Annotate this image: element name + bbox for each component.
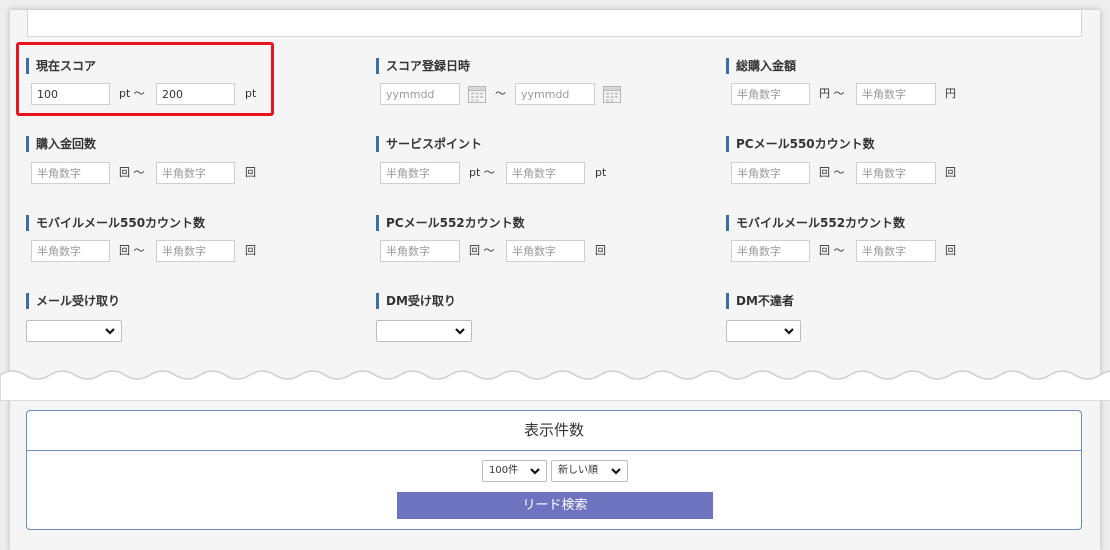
pc-mail-550-from-input[interactable]	[731, 162, 810, 184]
service-point-unit: pt	[595, 166, 607, 179]
dm-undelivered-label: DM不達者	[726, 293, 794, 309]
sort-select[interactable]: 新しい順	[551, 460, 628, 482]
count-select-value: 100件	[489, 465, 519, 476]
chevron-down-icon	[611, 468, 621, 475]
service-point-to-input[interactable]	[506, 162, 585, 184]
pc-mail-552-separator: 回 ～	[469, 244, 495, 257]
dm-receive-label: DM受け取り	[376, 293, 456, 309]
lead-search-button[interactable]: リード検索	[397, 492, 713, 519]
previous-field-box	[27, 10, 1082, 37]
total-purchase-to-input[interactable]	[856, 83, 936, 105]
dm-receive-select[interactable]	[376, 320, 472, 342]
calendar-icon[interactable]	[602, 84, 622, 104]
purchase-count-from-input[interactable]	[31, 162, 110, 184]
current-score-highlight	[16, 42, 274, 116]
score-date-label: スコア登録日時	[376, 58, 470, 74]
service-point-label: サービスポイント	[376, 136, 482, 152]
pc-mail-552-to-input[interactable]	[506, 240, 585, 262]
mail-receive-select[interactable]	[26, 320, 122, 342]
service-point-from-input[interactable]	[380, 162, 460, 184]
purchase-count-label: 購入金回数	[26, 136, 96, 152]
total-purchase-label: 総購入金額	[726, 58, 796, 74]
chevron-down-icon	[455, 328, 465, 335]
pc-mail-552-label: PCメール552カウント数	[376, 215, 525, 231]
service-point-separator: pt ～	[469, 166, 495, 179]
sort-select-value: 新しい順	[558, 465, 598, 476]
mobile-mail-550-separator: 回 ～	[119, 244, 145, 257]
mobile-mail-552-separator: 回 ～	[819, 244, 845, 257]
mail-receive-label: メール受け取り	[26, 293, 120, 309]
purchase-count-unit: 回	[245, 166, 256, 179]
score-date-separator: ～	[495, 87, 506, 100]
mobile-mail-552-unit: 回	[945, 244, 956, 257]
score-date-from-input[interactable]	[380, 83, 460, 105]
pc-mail-552-from-input[interactable]	[380, 240, 460, 262]
mobile-mail-552-to-input[interactable]	[856, 240, 936, 262]
chevron-down-icon	[784, 328, 794, 335]
mobile-mail-550-from-input[interactable]	[31, 240, 110, 262]
total-purchase-separator: 円 ～	[819, 87, 845, 100]
count-select[interactable]: 100件	[482, 460, 547, 482]
wavy-cut-divider	[0, 370, 1110, 401]
chevron-down-icon	[105, 328, 115, 335]
display-count-section: 表示件数 100件 新しい順 リード検索	[26, 410, 1082, 530]
mobile-mail-552-label: モバイルメール552カウント数	[726, 215, 905, 231]
pc-mail-550-to-input[interactable]	[856, 162, 936, 184]
purchase-count-separator: 回 ～	[119, 166, 145, 179]
pc-mail-550-unit: 回	[945, 166, 956, 179]
purchase-count-to-input[interactable]	[156, 162, 235, 184]
pc-mail-550-label: PCメール550カウント数	[726, 136, 875, 152]
chevron-down-icon	[530, 468, 540, 475]
display-count-title: 表示件数	[27, 411, 1081, 451]
mobile-mail-552-from-input[interactable]	[731, 240, 810, 262]
total-purchase-from-input[interactable]	[731, 83, 810, 105]
mobile-mail-550-label: モバイルメール550カウント数	[26, 215, 205, 231]
pc-mail-552-unit: 回	[595, 244, 606, 257]
mobile-mail-550-to-input[interactable]	[156, 240, 235, 262]
score-date-to-input[interactable]	[515, 83, 595, 105]
calendar-icon[interactable]	[467, 84, 487, 104]
total-purchase-unit: 円	[945, 87, 956, 100]
mobile-mail-550-unit: 回	[245, 244, 256, 257]
dm-undelivered-select[interactable]	[726, 320, 801, 342]
pc-mail-550-separator: 回 ～	[819, 166, 845, 179]
